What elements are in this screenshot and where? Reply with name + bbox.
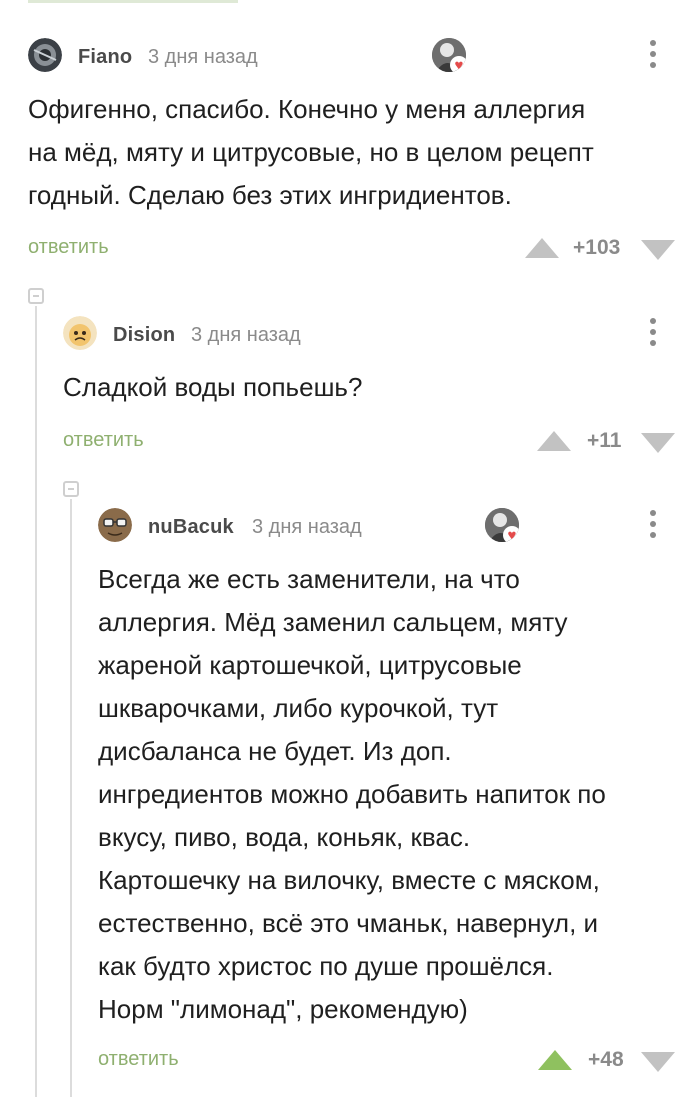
arrow-down-icon[interactable] [641, 240, 675, 260]
comment-author[interactable]: Fiano [78, 46, 132, 69]
comment-time[interactable]: 3 дня назад [191, 324, 301, 347]
comment-time[interactable]: 3 дня назад [252, 516, 362, 539]
comment-text: Сладкой воды попьешь? [63, 372, 363, 402]
comment-score: +11 [587, 429, 622, 452]
heart-badge-icon: ♥ [485, 508, 519, 542]
more-vertical-icon[interactable] [646, 36, 660, 72]
comment-author[interactable]: nuBacuk [148, 516, 234, 539]
comment-fiano: Fiano 3 дня назад ♥ Офигенно, спасибо. К… [28, 36, 688, 276]
collapse-minus-icon[interactable] [28, 288, 44, 304]
collapse-minus-icon[interactable] [63, 481, 79, 497]
comment-header: nuBacuk 3 дня назад ♥ [98, 506, 688, 546]
user-avatar[interactable] [98, 508, 132, 542]
user-avatar[interactable] [28, 38, 62, 72]
previous-comment-accent [28, 0, 238, 3]
reply-link[interactable]: ответить [98, 1048, 179, 1071]
user-avatar[interactable] [63, 316, 97, 350]
reply-link[interactable]: ответить [28, 236, 109, 259]
heart-badge-icon: ♥ [432, 38, 466, 72]
comment-text: Офигенно, спасибо. Конечно у меня аллерг… [28, 94, 594, 210]
heart-icon: ♥ [503, 526, 519, 542]
arrow-down-icon[interactable] [641, 1052, 675, 1072]
comment-nubacuk: nuBacuk 3 дня назад ♥ Всегда же есть зам… [98, 506, 688, 1086]
more-vertical-icon[interactable] [646, 506, 660, 542]
arrow-up-icon[interactable] [538, 1050, 572, 1070]
comment-dision: Dision 3 дня назад Сладкой воды попьешь?… [63, 314, 688, 464]
comment-author[interactable]: Dision [113, 324, 175, 347]
comment-score: +48 [588, 1048, 624, 1071]
arrow-down-icon[interactable] [641, 433, 675, 453]
thread-line [70, 499, 72, 1097]
heart-icon: ♥ [450, 56, 466, 72]
comment-time[interactable]: 3 дня назад [148, 46, 258, 69]
thread-line [35, 306, 37, 1097]
comment-header: Fiano 3 дня назад ♥ [28, 36, 688, 76]
comment-score: +103 [573, 236, 621, 259]
reply-link[interactable]: ответить [63, 429, 144, 452]
more-vertical-icon[interactable] [646, 314, 660, 350]
comment-header: Dision 3 дня назад [63, 314, 688, 354]
comment-text: Всегда же есть заменители, на что аллерг… [98, 564, 606, 1024]
arrow-up-icon[interactable] [525, 238, 559, 258]
arrow-up-icon[interactable] [537, 431, 571, 451]
